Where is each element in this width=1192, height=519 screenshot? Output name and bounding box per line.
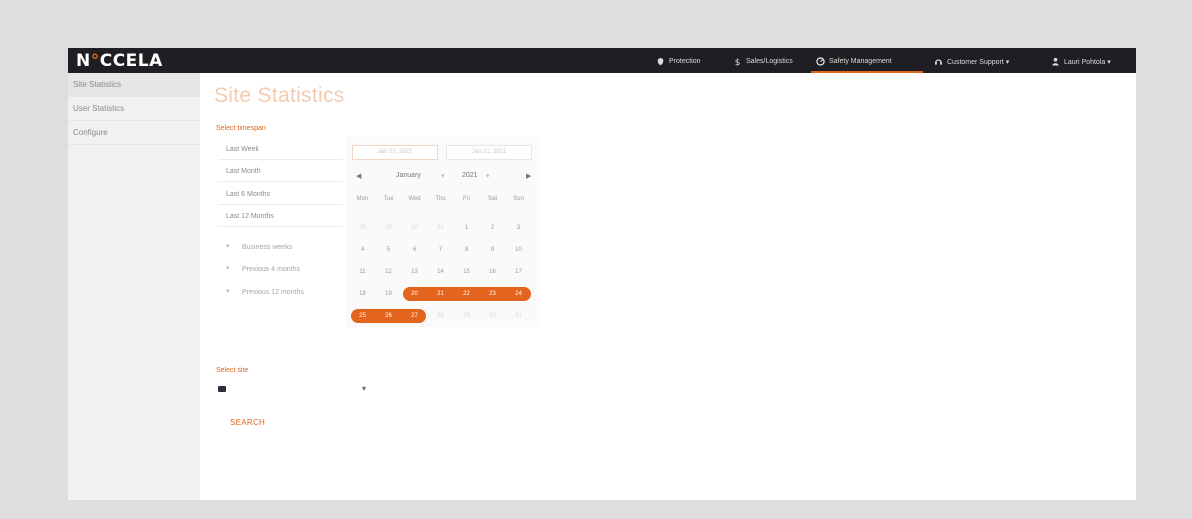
weekday-label: Thu	[435, 196, 446, 202]
dollar-icon: $	[735, 58, 741, 66]
calendar-day[interactable]: 10	[507, 243, 530, 257]
calendar-day[interactable]: 13	[403, 265, 426, 279]
calendar-day-selected[interactable]: 22	[455, 287, 478, 301]
calendar-header: ◀ January ▾ 2021 ▾ ▶	[346, 170, 540, 186]
nav-safety-management[interactable]: Safety Management	[816, 54, 892, 69]
shield-hand-icon	[657, 57, 664, 66]
calendar-day[interactable]: 31	[429, 221, 452, 235]
calendar-day-selected[interactable]: 25	[351, 309, 374, 323]
calendar-day-selected[interactable]: 26	[377, 309, 400, 323]
sidebar: Site Statistics User Statistics Configur…	[68, 73, 200, 500]
page-title: Site Statistics	[214, 84, 345, 107]
calendar-day[interactable]: 15	[455, 265, 478, 279]
calendar-day[interactable]: 29	[455, 309, 478, 323]
nav-customer-support[interactable]: Customer Support ▾	[934, 54, 1009, 69]
site-icon	[218, 386, 226, 392]
year-select[interactable]: 2021	[462, 172, 478, 179]
brand-logo[interactable]: N°CCELA	[76, 51, 163, 71]
weekday-label: Fri	[463, 196, 470, 202]
calendar-day[interactable]: 9	[481, 243, 504, 257]
weekday-label: Tue	[383, 196, 394, 202]
calendar-day[interactable]: 7	[429, 243, 452, 257]
calendar-day[interactable]: 19	[377, 287, 400, 301]
weekday-label: Sat	[487, 196, 497, 202]
calendar-day[interactable]: 11	[351, 265, 374, 279]
calendar-day[interactable]: 2	[481, 221, 504, 235]
month-select[interactable]: January	[396, 172, 421, 179]
headset-icon	[935, 59, 942, 65]
end-date-field[interactable]: Jan 31, 2021	[446, 145, 532, 160]
top-navbar: N°CCELA Protection $ Sales/Logistics Saf…	[68, 48, 1136, 73]
start-date-field[interactable]: Jan 23, 2021	[352, 145, 438, 160]
calendar-day-selected[interactable]: 20	[403, 287, 426, 301]
calendar-day[interactable]: 3	[507, 221, 530, 235]
calendar-day[interactable]: 16	[481, 265, 504, 279]
prev-month-icon[interactable]: ◀	[356, 172, 361, 180]
calendar-day[interactable]: 4	[351, 243, 374, 257]
chevron-down-icon: ▾	[226, 243, 230, 250]
calendar-day[interactable]: 29	[377, 221, 400, 235]
weekday-label: Sun	[513, 196, 524, 202]
weekday-label: Wed	[408, 196, 421, 202]
nav-user-menu[interactable]: Lauri Pohtola ▾	[1051, 54, 1111, 69]
sidebar-item-site-statistics[interactable]: Site Statistics	[68, 73, 200, 97]
preset-last-week[interactable]: Last Week	[218, 140, 343, 160]
calendar-day-selected[interactable]: 27	[403, 309, 426, 323]
chevron-down-icon: ▾	[226, 288, 230, 295]
calendar-day[interactable]: 5	[377, 243, 400, 257]
calendar-day[interactable]: 12	[377, 265, 400, 279]
search-button[interactable]: SEARCH	[230, 418, 265, 427]
chevron-down-icon: ▾	[362, 384, 367, 393]
preset-last-month[interactable]: Last Month	[218, 162, 343, 182]
calendar-day[interactable]: 17	[507, 265, 530, 279]
calendar-day[interactable]: 28	[351, 221, 374, 235]
preset-last-12-months[interactable]: Last 12 Months	[218, 207, 343, 227]
calendar-day[interactable]: 6	[403, 243, 426, 257]
dropdown-previous-12-months[interactable]: ▾ Previous 12 months	[226, 283, 304, 301]
chevron-down-icon: ▾	[226, 265, 230, 272]
chevron-down-icon: ▾	[441, 173, 445, 180]
calendar-day[interactable]: 30	[403, 221, 426, 235]
next-month-icon[interactable]: ▶	[526, 172, 531, 180]
calendar-day[interactable]: 28	[429, 309, 452, 323]
site-select[interactable]: ▾	[218, 383, 374, 399]
site-label: Select site	[216, 367, 249, 374]
chevron-down-icon: ▾	[486, 173, 490, 180]
sidebar-item-user-statistics[interactable]: User Statistics	[68, 97, 200, 121]
calendar-day[interactable]: 18	[351, 287, 374, 301]
nav-protection[interactable]: Protection	[656, 54, 701, 69]
dropdown-previous-4-months[interactable]: ▾ Previous 4 months	[226, 260, 300, 278]
active-nav-indicator	[811, 71, 923, 73]
calendar-day[interactable]: 8	[455, 243, 478, 257]
calendar-day[interactable]: 31	[507, 309, 530, 323]
svg-text:$: $	[735, 58, 741, 66]
logo-dot: °	[90, 51, 100, 71]
calendar-day[interactable]: 30	[481, 309, 504, 323]
calendar-day[interactable]: 14	[429, 265, 452, 279]
nav-sales-logistics[interactable]: $ Sales/Logistics	[733, 54, 793, 69]
sidebar-item-configure[interactable]: Configure	[68, 121, 200, 145]
calendar-day-selected[interactable]: 24	[507, 287, 530, 301]
preset-last-6-months[interactable]: Last 6 Months	[218, 185, 343, 205]
timespan-label: Select timespan	[216, 125, 266, 132]
user-icon	[1052, 57, 1059, 66]
calendar-day[interactable]: 1	[455, 221, 478, 235]
gauge-icon	[816, 57, 825, 66]
calendar-day-selected[interactable]: 23	[481, 287, 504, 301]
dropdown-business-weeks[interactable]: ▾ Business weeks	[226, 238, 292, 256]
weekday-label: Mon	[356, 196, 369, 202]
date-range-calendar: Jan 23, 2021 Jan 31, 2021 ◀ January ▾ 20…	[346, 137, 540, 327]
app-window: N°CCELA Protection $ Sales/Logistics Saf…	[68, 48, 1136, 500]
calendar-day-selected[interactable]: 21	[429, 287, 452, 301]
